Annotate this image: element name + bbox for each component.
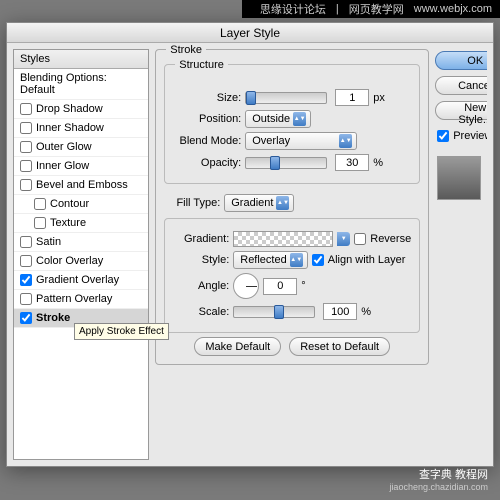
- opacity-slider[interactable]: [245, 157, 327, 169]
- opacity-label: Opacity:: [173, 157, 241, 169]
- align-label: Align with Layer: [328, 254, 406, 266]
- gradient-dropdown-arrow[interactable]: ▼: [337, 232, 350, 246]
- size-label: Size:: [173, 92, 241, 104]
- layer-style-dialog: Layer Style Styles Blending Options: Def…: [6, 22, 494, 467]
- texture-checkbox[interactable]: [34, 217, 46, 229]
- opacity-input[interactable]: [335, 154, 369, 171]
- angle-input[interactable]: [263, 278, 297, 295]
- new-style-button[interactable]: New Style...: [435, 101, 487, 120]
- reverse-label: Reverse: [370, 233, 411, 245]
- stroke-options-panel: Stroke Structure Size: px Position: Outs…: [155, 49, 429, 460]
- updown-icon: ▲▼: [293, 112, 306, 126]
- gradient-overlay-checkbox[interactable]: [20, 274, 32, 286]
- inner-shadow-checkbox[interactable]: [20, 122, 32, 134]
- updown-icon: ▲▼: [276, 196, 289, 210]
- blendmode-label: Blend Mode:: [173, 135, 241, 147]
- style-item-drop-shadow[interactable]: Drop Shadow: [14, 100, 148, 119]
- stroke-legend: Stroke: [166, 44, 206, 56]
- align-checkbox[interactable]: [312, 254, 324, 266]
- bevel-emboss-checkbox[interactable]: [20, 179, 32, 191]
- style-item-stroke[interactable]: Stroke Apply Stroke Effect: [14, 309, 148, 328]
- preview-toggle[interactable]: Preview: [437, 130, 485, 142]
- style-item-satin[interactable]: Satin: [14, 233, 148, 252]
- style-item-color-overlay[interactable]: Color Overlay: [14, 252, 148, 271]
- size-input[interactable]: [335, 89, 369, 106]
- style-item-texture[interactable]: Texture: [14, 214, 148, 233]
- style-item-contour[interactable]: Contour: [14, 195, 148, 214]
- pattern-overlay-checkbox[interactable]: [20, 293, 32, 305]
- structure-fieldset: Structure Size: px Position: Outside▲▼ B…: [164, 64, 420, 184]
- blendmode-dropdown[interactable]: Overlay▲▼: [245, 132, 357, 150]
- position-label: Position:: [173, 113, 241, 125]
- style-dropdown[interactable]: Reflected▲▼: [233, 251, 307, 269]
- dialog-title: Layer Style: [7, 23, 493, 43]
- make-default-button[interactable]: Make Default: [194, 337, 281, 356]
- preview-label: Preview: [453, 130, 487, 142]
- filltype-dropdown[interactable]: Gradient▲▼: [224, 194, 294, 212]
- style-item-bevel-emboss[interactable]: Bevel and Emboss: [14, 176, 148, 195]
- style-item-gradient-overlay[interactable]: Gradient Overlay: [14, 271, 148, 290]
- gradient-label: Gradient:: [173, 233, 229, 245]
- contour-checkbox[interactable]: [34, 198, 46, 210]
- updown-icon: ▲▼: [339, 134, 352, 148]
- angle-dial[interactable]: [233, 273, 259, 299]
- scale-unit: %: [361, 306, 371, 318]
- scale-slider[interactable]: [233, 306, 315, 318]
- angle-unit: °: [301, 280, 305, 292]
- fill-gradient-fieldset: Gradient: ▼ Reverse Style: Reflected▲▼ A…: [164, 218, 420, 333]
- stroke-fieldset: Stroke Structure Size: px Position: Outs…: [155, 49, 429, 365]
- size-unit: px: [373, 92, 385, 104]
- filltype-label: Fill Type:: [164, 197, 220, 209]
- style-label: Style:: [173, 254, 229, 266]
- opacity-unit: %: [373, 157, 383, 169]
- size-slider[interactable]: [245, 92, 327, 104]
- reverse-checkbox[interactable]: [354, 233, 366, 245]
- preview-swatch: [437, 156, 481, 200]
- cancel-button[interactable]: Cancel: [435, 76, 487, 95]
- blending-options-item[interactable]: Blending Options: Default: [14, 69, 148, 100]
- color-overlay-checkbox[interactable]: [20, 255, 32, 267]
- stroke-tooltip: Apply Stroke Effect: [74, 323, 169, 340]
- style-item-pattern-overlay[interactable]: Pattern Overlay: [14, 290, 148, 309]
- styles-panel: Styles Blending Options: Default Drop Sh…: [13, 49, 149, 460]
- updown-icon: ▲▼: [290, 253, 303, 267]
- position-dropdown[interactable]: Outside▲▼: [245, 110, 311, 128]
- scale-label: Scale:: [173, 306, 229, 318]
- drop-shadow-checkbox[interactable]: [20, 103, 32, 115]
- gradient-picker[interactable]: [233, 231, 333, 247]
- styles-header[interactable]: Styles: [14, 50, 148, 69]
- style-item-inner-glow[interactable]: Inner Glow: [14, 157, 148, 176]
- inner-glow-checkbox[interactable]: [20, 160, 32, 172]
- outer-glow-checkbox[interactable]: [20, 141, 32, 153]
- watermark-top: 思缘设计论坛 | 网页教学网 www.webjx.com: [242, 0, 500, 18]
- scale-input[interactable]: [323, 303, 357, 320]
- angle-label: Angle:: [173, 280, 229, 292]
- structure-legend: Structure: [175, 59, 228, 71]
- style-item-inner-shadow[interactable]: Inner Shadow: [14, 119, 148, 138]
- preview-checkbox[interactable]: [437, 130, 449, 142]
- reset-default-button[interactable]: Reset to Default: [289, 337, 390, 356]
- right-button-panel: OK Cancel New Style... Preview: [435, 49, 487, 460]
- satin-checkbox[interactable]: [20, 236, 32, 248]
- watermark-bottom: 查字典 教程网 jiaocheng.chazidian.com: [389, 466, 488, 492]
- style-item-outer-glow[interactable]: Outer Glow: [14, 138, 148, 157]
- stroke-checkbox[interactable]: [20, 312, 32, 324]
- ok-button[interactable]: OK: [435, 51, 487, 70]
